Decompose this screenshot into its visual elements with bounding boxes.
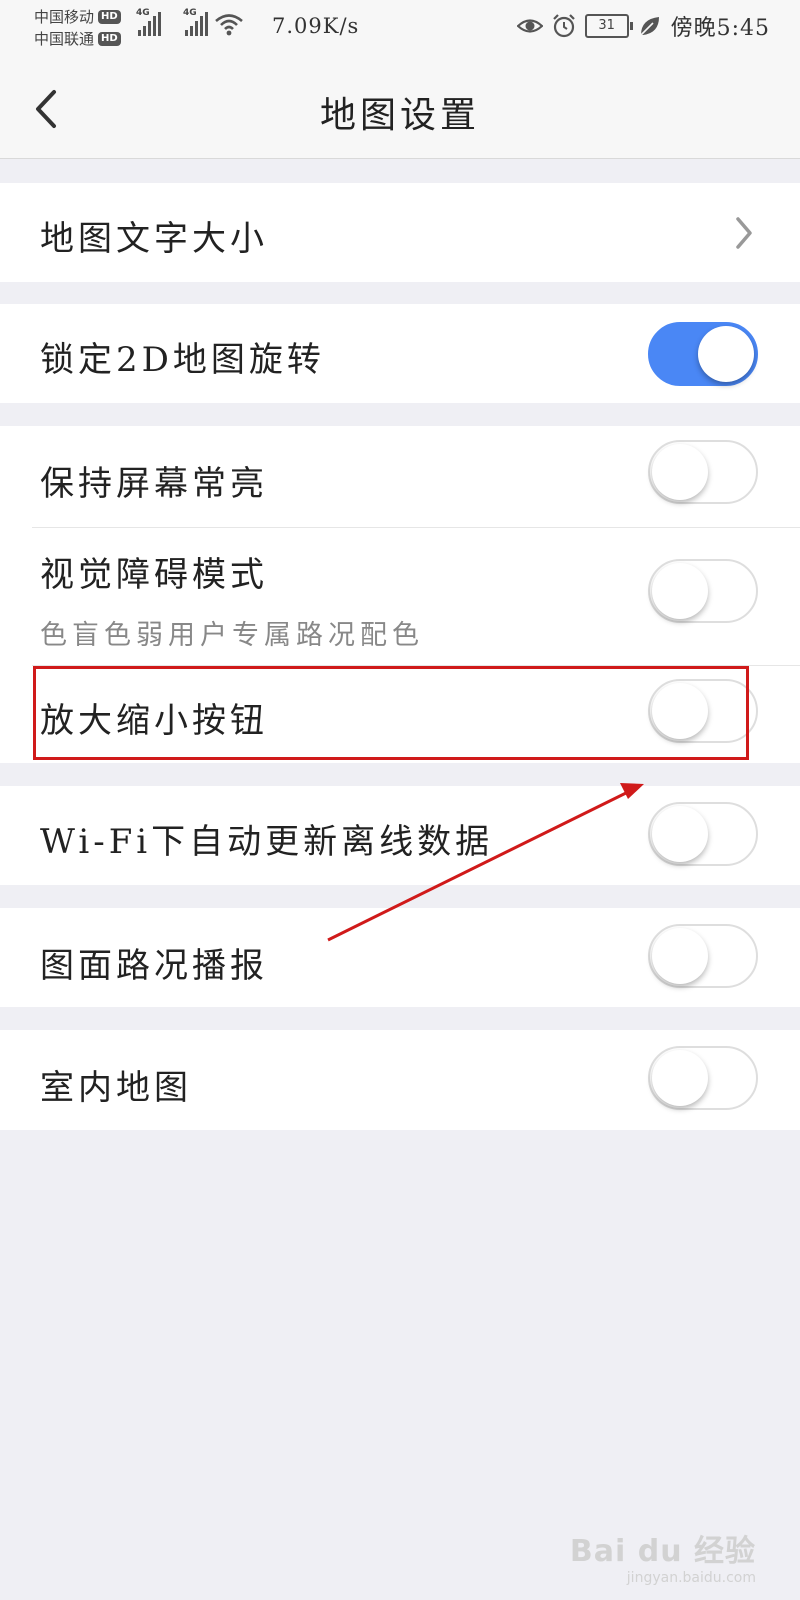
setting-label: Wi-Fi下自动更新离线数据 [40, 822, 494, 862]
settings-group: 室内地图 [0, 1030, 800, 1130]
setting-row-visual-impairment: 视觉障碍模式 色盲色弱用户专属路况配色 [0, 527, 800, 665]
indoor-map-toggle[interactable] [648, 1046, 758, 1110]
setting-row-text-size[interactable]: 地图文字大小 [0, 183, 800, 282]
network-type: 4G [183, 8, 197, 18]
keep-screen-on-toggle[interactable] [648, 440, 758, 504]
toggle-knob [652, 806, 708, 862]
status-bar: 中国移动 HD 中国联通 HD 4G 4G 7.09K/s 31 傍晚5:45 [0, 0, 800, 56]
leaf-icon [640, 17, 659, 36]
toggle-knob [652, 563, 708, 619]
network-type: 4G [136, 8, 150, 18]
setting-label: 室内地图 [40, 1068, 192, 1108]
lock-2d-rotation-toggle[interactable] [648, 322, 758, 386]
settings-group: Wi-Fi下自动更新离线数据 [0, 786, 800, 885]
hd-badge: HD [98, 32, 121, 46]
wifi-offline-update-toggle[interactable] [648, 802, 758, 866]
setting-label: 视觉障碍模式 [40, 555, 268, 595]
setting-row-traffic-broadcast: 图面路况播报 [0, 908, 800, 1007]
settings-group: 地图文字大小 [0, 183, 800, 282]
setting-row-zoom-buttons: 放大缩小按钮 [0, 665, 800, 763]
traffic-broadcast-toggle[interactable] [648, 924, 758, 988]
status-right: 31 傍晚5:45 [516, 10, 770, 42]
setting-label: 放大缩小按钮 [40, 701, 268, 741]
settings-group: 锁定2D地图旋转 [0, 304, 800, 403]
setting-label: 锁定2D地图旋转 [40, 340, 325, 380]
toggle-knob [652, 683, 708, 739]
setting-label: 地图文字大小 [40, 219, 268, 259]
signal-icon: 4G [183, 8, 208, 36]
hd-badge: HD [98, 10, 121, 24]
visual-impairment-toggle[interactable] [648, 559, 758, 623]
watermark: Bai du 经验 jingyan.baidu.com [570, 1526, 756, 1586]
signal-indicators: 4G 4G [136, 8, 244, 36]
battery-icon: 31 [584, 14, 633, 38]
nav-header: 地图设置 [0, 56, 800, 159]
page-title: 地图设置 [319, 95, 480, 136]
setting-subtitle: 色盲色弱用户专属路况配色 [40, 620, 424, 651]
alarm-icon [552, 14, 575, 38]
setting-label: 图面路况播报 [40, 946, 268, 986]
toggle-knob [652, 1050, 708, 1106]
settings-group: 图面路况播报 [0, 908, 800, 1007]
setting-row-indoor-map: 室内地图 [0, 1030, 800, 1130]
toggle-knob [698, 326, 754, 382]
carrier-1: 中国移动 [34, 8, 95, 26]
setting-row-wifi-offline-update: Wi-Fi下自动更新离线数据 [0, 786, 800, 885]
eye-icon [516, 19, 543, 33]
wifi-icon [215, 14, 243, 36]
toggle-knob [652, 444, 708, 500]
clock: 傍晚5:45 [670, 16, 770, 41]
setting-row-keep-screen-on: 保持屏幕常亮 [0, 426, 800, 527]
net-speed: 7.09K/s [272, 14, 360, 38]
setting-row-lock-2d-rotation: 锁定2D地图旋转 [0, 304, 800, 403]
settings-group: 保持屏幕常亮 视觉障碍模式 色盲色弱用户专属路况配色 放大缩小按钮 [0, 426, 800, 763]
signal-icon: 4G [136, 8, 161, 36]
carrier-2: 中国联通 [34, 30, 95, 48]
watermark-url: jingyan.baidu.com [626, 1570, 756, 1586]
chevron-right-icon [736, 217, 752, 249]
setting-label: 保持屏幕常亮 [40, 464, 268, 504]
zoom-buttons-toggle[interactable] [648, 679, 758, 743]
carrier-info: 中国移动 HD 中国联通 HD [34, 6, 121, 50]
watermark-logo: Bai du 经验 [569, 1534, 756, 1569]
toggle-knob [652, 928, 708, 984]
